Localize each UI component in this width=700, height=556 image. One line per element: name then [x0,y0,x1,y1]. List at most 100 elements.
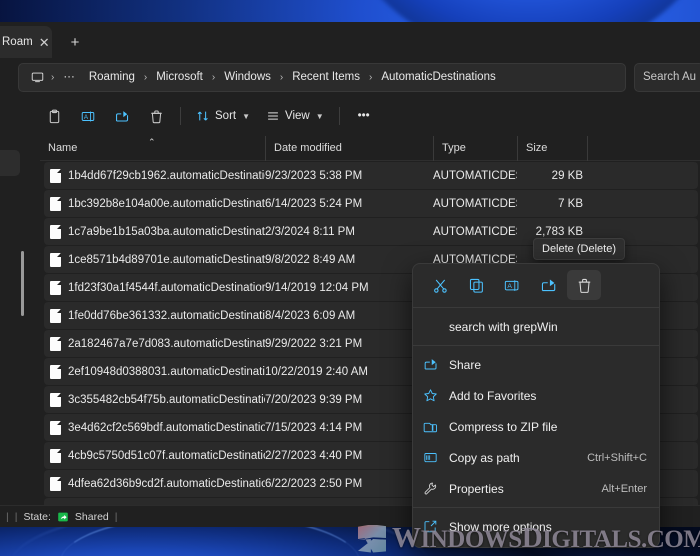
watermark-w: W [392,522,421,554]
breadcrumb-item-automaticdestinations[interactable]: AutomaticDestinations [375,68,501,86]
status-state-value: Shared [74,510,109,523]
table-row[interactable]: 1bc392b8e104a00e.automaticDestination...… [44,190,698,217]
sort-button[interactable]: Sort ▼ [189,101,257,131]
file-size-cell: 7 KB [558,197,583,210]
context-menu-item-compress-to-zip[interactable]: Compress to ZIP file [413,411,659,442]
address-row: › ··· Roaming › Microsoft › Windows › Re… [0,58,700,96]
file-name-cell: 4cb9c5750d51c07f.automaticDestination... [44,448,265,463]
file-name-cell: 1fd23f30a1f4544f.automaticDestinations-.… [44,280,265,295]
cut-icon[interactable] [423,270,457,300]
paste-icon [47,109,62,124]
breadcrumb-item-windows[interactable]: Windows [218,68,277,86]
breadcrumb-separator: › [51,71,55,83]
breadcrumb[interactable]: › ··· Roaming › Microsoft › Windows › Re… [18,62,626,92]
breadcrumb-item-roaming[interactable]: Roaming [83,68,141,86]
file-date-cell: 6/22/2023 2:50 PM [265,477,363,490]
file-name-text: 3e4d62cf2c569bdf.automaticDestinations..… [68,421,265,434]
file-name-cell: 4dfea62d36b9cd2f.automaticDestination... [44,476,265,491]
file-name-text: 3c355482cb54f75b.automaticDestination... [68,393,265,406]
file-name-text: 4cb9c5750d51c07f.automaticDestination... [68,449,265,462]
context-menu-item-label: Copy as path [449,450,520,465]
tab-roaming[interactable]: Roam ✕ [0,26,52,58]
context-menu-item-share[interactable]: Share [413,349,659,380]
sort-icon [196,109,210,123]
column-header-size[interactable]: Size [517,136,587,161]
context-menu-item-search-with-grepwin[interactable]: search with grepWin [413,311,659,342]
document-icon [50,308,61,323]
paste-button[interactable] [38,101,70,131]
command-toolbar: A Sort ▼ View ▼ ••• [0,96,700,136]
view-button[interactable]: View ▼ [259,101,331,131]
context-menu-item-add-to-favorites[interactable]: Add to Favorites [413,380,659,411]
file-name-text: 1c7a9be1b15a03ba.automaticDestination... [68,225,265,238]
this-pc-icon[interactable] [27,68,48,87]
document-icon [50,392,61,407]
file-type-cell: AUTOMATICDESTI... [433,169,517,182]
table-row[interactable]: 1b4dd67f29cb1962.automaticDestination...… [44,162,698,189]
column-header-date-modified[interactable]: Date modified [265,136,433,161]
trash-icon [149,109,164,124]
status-state-label: State: [23,510,51,523]
watermark-text: WINDOWSDIGITALS.COM [392,524,700,553]
rename-icon[interactable]: A [495,270,529,300]
view-icon [266,109,280,123]
file-date-cell: 10/22/2019 2:40 AM [265,365,368,378]
toolbar-divider [338,107,340,125]
context-menu-item-accelerator: Ctrl+Shift+C [587,451,647,464]
more-options-button[interactable]: ••• [348,101,380,131]
delete-button[interactable] [140,101,172,131]
document-icon [50,336,61,351]
context-menu-divider [413,307,659,308]
status-pipe: | [114,510,118,523]
star-icon [423,388,449,403]
share-button[interactable] [106,101,138,131]
plus-icon[interactable]: + [62,29,88,55]
breadcrumb-item-recent-items[interactable]: Recent Items [286,68,366,86]
file-name-cell: 1ce8571b4d89701e.automaticDestination... [44,252,265,267]
breadcrumb-overflow[interactable]: ··· [57,68,81,86]
delete-tooltip: Delete (Delete) [533,238,625,260]
column-header-type[interactable]: Type [433,136,517,161]
file-size-cell: 2,783 KB [535,225,583,238]
context-menu-item-label: search with grepWin [449,319,558,334]
context-menu-item-label: Share [449,357,482,372]
document-icon [50,224,61,239]
nav-scrollbar[interactable] [21,251,24,316]
delete-icon[interactable] [567,270,601,300]
breadcrumb-item-microsoft[interactable]: Microsoft [150,68,209,86]
nav-item-partial[interactable] [0,150,20,176]
file-type-cell: AUTOMATICDESTI... [433,225,517,238]
file-date-cell: 2/3/2024 8:11 PM [265,225,355,238]
file-size-cell: 29 KB [551,169,583,182]
share-icon[interactable] [531,270,565,300]
file-name-cell: 1bc392b8e104a00e.automaticDestination... [44,196,265,211]
file-name-text: 1b4dd67f29cb1962.automaticDestination... [68,169,265,182]
file-name-text: 2a182467a7e7d083.automaticDestination... [68,337,265,350]
context-menu: A search with grepWin Share Add to Favor… [412,263,660,548]
sort-ascending-icon: ⌃ [148,136,156,147]
tab-title: Roam [2,36,33,48]
file-date-cell: 2/27/2023 4:40 PM [265,449,363,462]
rename-button[interactable]: A [72,101,104,131]
context-menu-item-accelerator: Alt+Enter [601,482,647,495]
file-name-text: 1bc392b8e104a00e.automaticDestination... [68,197,265,210]
zip-icon [423,419,449,434]
close-icon[interactable]: ✕ [39,33,50,51]
breadcrumb-separator: › [143,71,148,83]
search-input[interactable]: Search Au [634,62,700,92]
watermark: WINDOWSDIGITALS.COM [358,524,700,553]
windows-logo-icon [358,524,386,553]
context-menu-divider [413,345,659,346]
file-date-cell: 7/15/2023 4:14 PM [265,421,363,434]
breadcrumb-separator: › [368,71,373,83]
shared-folder-icon [57,511,69,523]
file-name-cell: 2a182467a7e7d083.automaticDestination... [44,336,265,351]
chevron-down-icon: ▼ [242,111,251,121]
status-pipe: | [14,510,18,523]
watermark-igitals: IGITALS.COM [542,526,700,553]
file-date-cell: 6/14/2023 5:24 PM [265,197,363,210]
context-menu-item-properties[interactable]: Properties Alt+Enter [413,473,659,504]
context-menu-item-copy-as-path[interactable]: Copy as path Ctrl+Shift+C [413,442,659,473]
column-header-name[interactable]: Name ⌃ [40,136,265,161]
copy-icon[interactable] [459,270,493,300]
